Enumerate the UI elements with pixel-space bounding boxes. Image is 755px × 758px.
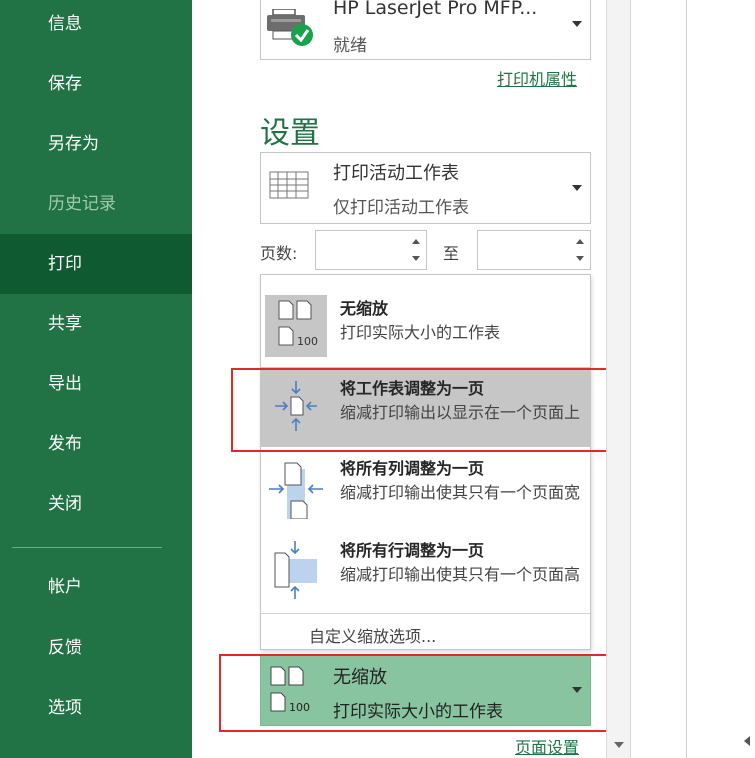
scaling-option-desc: 打印实际大小的工作表 bbox=[340, 323, 501, 342]
scaling-option-fit-rows[interactable]: 将所有行调整为一页 缩减打印输出使其只有一个页面高 bbox=[261, 529, 590, 611]
nav-account[interactable]: 帐户 bbox=[0, 557, 192, 617]
pages-label: 页数: bbox=[260, 244, 298, 263]
scaling-option-desc: 缩减打印输出使其只有一个页面宽 bbox=[340, 483, 581, 502]
pages-to-input[interactable] bbox=[477, 230, 591, 270]
page-setup-link[interactable]: 页面设置 bbox=[515, 734, 579, 758]
scaling-option-no-scaling[interactable]: 100 无缩放 打印实际大小的工作表 bbox=[261, 287, 590, 367]
scaling-option-desc: 缩减打印输出以显示在一个页面上 bbox=[340, 403, 581, 422]
spin-down-icon[interactable] bbox=[412, 256, 420, 261]
printer-icon bbox=[267, 8, 317, 55]
printer-name: HP LaserJet Pro MFP... bbox=[333, 0, 538, 19]
nav-feedback[interactable]: 反馈 bbox=[0, 618, 192, 678]
chevron-down-icon bbox=[572, 687, 582, 693]
fit-rows-icon bbox=[265, 539, 327, 605]
nav-options[interactable]: 选项 bbox=[0, 678, 192, 738]
nav-export[interactable]: 导出 bbox=[0, 354, 192, 414]
printer-dropdown[interactable]: HP LaserJet Pro MFP... 就绪 bbox=[260, 0, 591, 60]
preview-edge bbox=[686, 0, 687, 758]
print-what-subtitle: 仅打印活动工作表 bbox=[333, 198, 469, 218]
scaling-option-title: 将所有行调整为一页 bbox=[340, 541, 485, 560]
previous-page-icon[interactable] bbox=[744, 736, 750, 746]
no-scaling-badge: 100 bbox=[297, 335, 318, 348]
nav-publish[interactable]: 发布 bbox=[0, 414, 192, 474]
scaling-selected-title: 无缩放 bbox=[333, 667, 387, 688]
pages-from-input[interactable] bbox=[315, 230, 427, 270]
backstage-sidebar: 信息 保存 另存为 历史记录 打印 共享 导出 发布 关闭 帐户 反馈 选项 bbox=[0, 0, 192, 758]
nav-print[interactable]: 打印 bbox=[0, 234, 192, 294]
custom-scaling-option[interactable]: 自定义缩放选项... bbox=[309, 623, 436, 647]
printer-properties-link[interactable]: 打印机属性 bbox=[497, 66, 577, 90]
nav-divider bbox=[12, 547, 162, 548]
sheet-grid-icon bbox=[269, 171, 309, 207]
scroll-down-icon[interactable] bbox=[614, 742, 624, 748]
no-scaling-badge: 100 bbox=[289, 701, 310, 714]
fit-columns-icon bbox=[265, 457, 327, 523]
spin-up-icon[interactable] bbox=[412, 239, 420, 244]
nav-save[interactable]: 保存 bbox=[0, 54, 192, 114]
scaling-option-fit-columns[interactable]: 将所有列调整为一页 缩减打印输出使其只有一个页面宽 bbox=[261, 447, 590, 529]
nav-share[interactable]: 共享 bbox=[0, 294, 192, 354]
fit-sheet-icon bbox=[265, 375, 327, 441]
spin-up-icon[interactable] bbox=[576, 239, 584, 244]
settings-title: 设置 bbox=[260, 116, 320, 151]
print-what-title: 打印活动工作表 bbox=[333, 163, 459, 184]
no-scaling-icon bbox=[265, 295, 327, 361]
nav-history[interactable]: 历史记录 bbox=[0, 174, 192, 234]
menu-separator bbox=[261, 613, 590, 614]
print-what-dropdown[interactable]: 打印活动工作表 仅打印活动工作表 bbox=[260, 152, 591, 224]
no-scaling-icon bbox=[269, 665, 319, 723]
panel-scrollbar[interactable] bbox=[606, 0, 631, 758]
chevron-down-icon bbox=[572, 185, 582, 191]
scaling-option-fit-sheet[interactable]: 将工作表调整为一页 缩减打印输出以显示在一个页面上 bbox=[261, 367, 590, 447]
scaling-option-title: 将工作表调整为一页 bbox=[340, 379, 485, 398]
nav-save-as[interactable]: 另存为 bbox=[0, 114, 192, 174]
print-panel: HP LaserJet Pro MFP... 就绪 打印机属性 设置 打印活动工… bbox=[192, 0, 755, 758]
scaling-option-desc: 缩减打印输出使其只有一个页面高 bbox=[340, 565, 581, 584]
scaling-selected-desc: 打印实际大小的工作表 bbox=[333, 702, 503, 722]
scaling-dropdown[interactable]: 100 无缩放 打印实际大小的工作表 bbox=[260, 654, 591, 726]
scaling-option-title: 无缩放 bbox=[340, 299, 389, 318]
scaling-menu: 100 无缩放 打印实际大小的工作表 将工作表调整为一页 缩减打印输出以显示在一… bbox=[260, 274, 591, 650]
nav-info[interactable]: 信息 bbox=[0, 0, 192, 54]
printer-status: 就绪 bbox=[333, 36, 367, 56]
nav-close[interactable]: 关闭 bbox=[0, 474, 192, 534]
spin-down-icon[interactable] bbox=[576, 256, 584, 261]
scaling-option-title: 将所有列调整为一页 bbox=[340, 459, 485, 478]
to-label: 至 bbox=[443, 244, 460, 263]
chevron-down-icon bbox=[572, 21, 582, 27]
